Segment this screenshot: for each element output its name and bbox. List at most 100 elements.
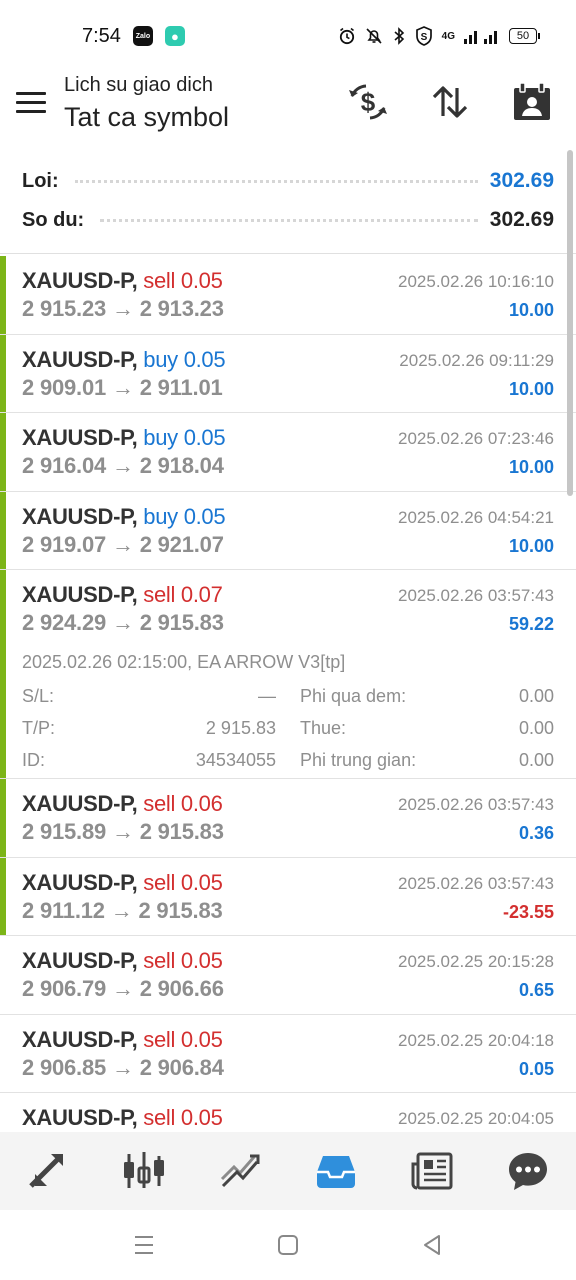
symbol-name: XAUUSD-P, [22,503,138,529]
profit-label: Loi: [22,169,59,192]
deal-side: sell [143,791,176,816]
close-price: 2 911.01 [139,374,223,400]
row-accent-bar [0,570,6,778]
commission-label: Phi trung gian: [300,750,417,770]
svg-text:S: S [420,32,427,43]
deal-row[interactable]: XAUUSD-P, sell 0.05 2025.02.25 20:04:05 [0,1093,576,1132]
deal-time: 2025.02.26 03:57:43 [398,873,554,893]
deal-row[interactable]: XAUUSD-P, sell 0.05 2025.02.25 20:04:18 2 … [0,1015,576,1093]
deal-row[interactable]: XAUUSD-P, sell 0.05 2025.02.26 03:57:43 2 … [0,857,576,936]
deal-prices: 2 909.01 → 2 911.01 [22,375,223,401]
app-header: Lich su giao dich Tat ca symbol $ [0,72,576,150]
row-accent-bar [0,857,6,935]
deal-row[interactable]: XAUUSD-P, sell 0.06 2025.02.26 03:57:43 2 … [0,779,576,858]
deal-symbol: XAUUSD-P, sell 0.07 [22,582,223,608]
deal-time: 2025.02.26 09:11:29 [399,350,554,370]
deal-symbol: XAUUSD-P, sell 0.06 [22,791,223,817]
close-price: 2 915.83 [139,610,224,635]
deal-volume: 0.05 [180,1105,223,1130]
symbol-name: XAUUSD-P, [22,425,138,450]
recent-apps-button[interactable] [124,1225,164,1265]
open-info: 2025.02.26 02:15:00, EA ARROW V3[tp] [22,652,346,672]
row-accent-bar [0,413,6,491]
deal-time: 2025.02.26 07:23:46 [398,429,554,448]
bluetooth-icon [394,27,404,45]
network-4g-label: 4G [441,30,455,42]
symbol-name: XAUUSD-P, [22,1026,138,1052]
deal-list[interactable]: XAUUSD-P, sell 0.05 2025.02.26 10:16:10 2 … [0,256,576,1132]
calendar-icon [514,82,550,120]
chart-icon [124,1152,164,1188]
nav-chart[interactable] [114,1141,174,1201]
home-button[interactable] [268,1225,308,1265]
header-subtitle: Lich su giao dich [64,74,213,96]
deal-side: sell [143,582,176,607]
deal-time: 2025.02.25 20:04:05 [398,1109,554,1128]
scrollbar[interactable] [567,150,573,496]
deal-symbol: XAUUSD-P, buy 0.05 [22,346,226,373]
symbol-name: XAUUSD-P, [22,582,138,607]
deal-volume: 0.05 [183,346,226,372]
close-price: 2 906.84 [139,1054,224,1080]
open-price: 2 906.85 [22,1054,107,1080]
tax-label: Thue: [300,718,347,738]
sl-label: S/L: [22,686,55,706]
arrow-icon: → [111,976,134,1001]
dotted-leader [100,218,478,222]
deal-volume: 0.05 [180,948,223,973]
nav-trade[interactable] [210,1141,270,1201]
tp-label: T/P: [22,718,56,738]
deal-row[interactable]: XAUUSD-P, sell 0.07 2025.02.26 03:57:43 2 … [0,570,576,779]
symbol-name: XAUUSD-P, [22,948,138,973]
deal-row[interactable]: XAUUSD-P, buy 0.05 2025.02.26 09:11:29 2 9… [0,334,576,413]
deal-prices: 2 911.12 → 2 915.83 [22,898,223,924]
deal-volume: 0.07 [180,582,223,607]
arrow-icon: → [111,453,134,478]
row-accent-bar [0,334,6,412]
deal-side: sell [143,948,176,973]
nav-history[interactable] [306,1141,366,1201]
deal-volume: 0.05 [180,1026,223,1052]
deal-row[interactable]: XAUUSD-P, buy 0.05 2025.02.26 04:54:21 2 9… [0,491,576,570]
deal-prices: 2 906.79 → 2 906.66 [22,976,224,1002]
deal-row[interactable]: XAUUSD-P, buy 0.05 2025.02.26 07:23:46 2 9… [0,413,576,492]
open-price: 2 909.01 [22,374,107,400]
status-time: 7:54 [82,24,121,47]
arrow-icon: → [111,296,134,321]
deal-profit: -23.55 [502,901,554,922]
history-icon [317,1156,355,1188]
open-price: 2 915.23 [22,296,107,321]
header-title[interactable]: Tat ca symbol [64,102,229,133]
symbol-name: XAUUSD-P, [22,1105,138,1130]
period-button[interactable] [510,80,554,124]
recent-apps-icon [135,1236,153,1254]
open-price: 2 911.12 [22,897,105,923]
symbol-name: XAUUSD-P, [22,268,138,293]
symbol-name: XAUUSD-P, [22,791,138,816]
menu-button[interactable] [16,90,48,118]
balance-label: So du: [22,208,85,231]
close-price: 2 918.04 [139,453,224,478]
profit-row: Loi: 302.69 [22,166,554,196]
deal-row[interactable]: XAUUSD-P, sell 0.05 2025.02.25 20:15:28 2 … [0,936,576,1015]
deal-side: sell [143,1026,176,1052]
nav-news[interactable] [402,1141,462,1201]
deal-prices: 2 915.89 → 2 915.83 [22,819,224,845]
sort-button[interactable] [428,80,472,124]
back-button[interactable] [412,1225,452,1265]
deal-symbol: XAUUSD-P, buy 0.05 [22,425,226,451]
deal-symbol: XAUUSD-P, buy 0.05 [22,503,226,530]
deal-volume: 0.05 [180,268,223,293]
battery-icon: 50 [509,28,540,44]
id-label: ID: [22,750,46,770]
summary-panel: Loi: 302.69 So du: 302.69 [0,158,576,254]
sl-value: — [258,686,276,706]
open-price: 2 919.07 [22,531,107,557]
nav-chat[interactable] [498,1141,558,1201]
id-value: 34534055 [195,750,276,770]
deal-prices: 2 916.04 → 2 918.04 [22,453,224,479]
deal-profit: 10.00 [508,535,554,556]
deposit-withdraw-button[interactable]: $ [346,80,390,124]
nav-quotes[interactable] [18,1141,78,1201]
deal-row[interactable]: XAUUSD-P, sell 0.05 2025.02.26 10:16:10 2 … [0,256,576,335]
